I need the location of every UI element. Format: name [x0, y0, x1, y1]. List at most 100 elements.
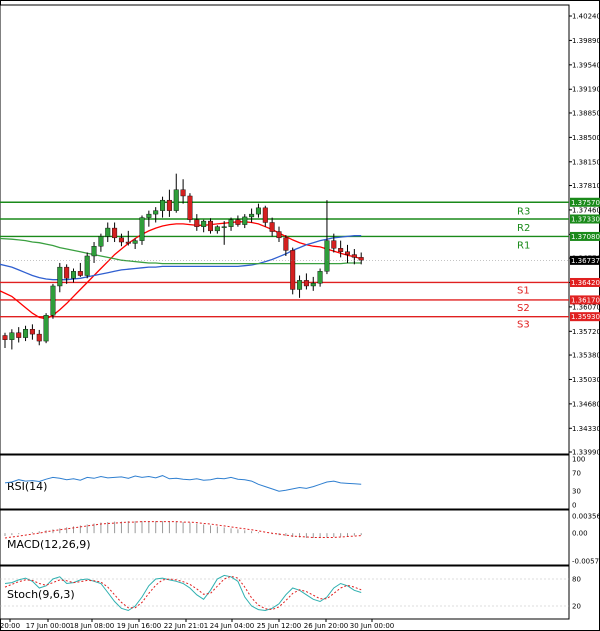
- candle-down: [36, 333, 42, 342]
- candle-up: [324, 240, 330, 272]
- stoch-tick-label: 20: [572, 603, 581, 611]
- candle-down: [303, 280, 309, 287]
- candle-down: [276, 231, 282, 239]
- level-tag-label: 1.35930: [571, 313, 600, 321]
- time-tick-label: 30 Jun 00:00: [350, 622, 394, 630]
- price-tick-label: 1.36070: [572, 303, 600, 311]
- candle-up: [98, 236, 104, 247]
- candle-down: [290, 250, 296, 290]
- candle-up: [228, 219, 234, 227]
- level-tag-label: 1.37330: [571, 216, 600, 224]
- level-name-r1: R1: [517, 240, 530, 251]
- level-tag-label: 1.37080: [571, 233, 600, 241]
- price-tick-label: 1.35720: [572, 328, 600, 336]
- candle-up: [91, 246, 97, 257]
- candle-up: [139, 217, 145, 241]
- candle-up: [249, 213, 255, 218]
- time-tick-label: 19 Jun 16:00: [117, 622, 161, 630]
- time-tick-label: 22 Jun 21:01: [164, 622, 208, 630]
- time-tick-label: 18 Jun 08:00: [70, 622, 114, 630]
- candle-down: [16, 332, 22, 338]
- candle-down: [358, 257, 364, 261]
- price-tick-label: 1.37810: [572, 182, 600, 190]
- rsi-tick-label: 100: [572, 456, 585, 464]
- candle-up: [255, 207, 261, 215]
- candle-down: [345, 251, 351, 255]
- rsi-axis: 100 70 30 0: [572, 456, 585, 510]
- candle-down: [187, 195, 193, 220]
- candle-down: [351, 254, 357, 258]
- candle-up: [57, 266, 63, 287]
- candle-up: [242, 216, 248, 225]
- candle-up: [105, 227, 111, 237]
- level-tag-label: 1.36170: [571, 296, 600, 304]
- candle-up: [132, 240, 138, 244]
- level-tag-label: 1.37570: [571, 199, 600, 207]
- candle-up: [9, 332, 15, 340]
- time-axis: 20:00 17 Jun 00:00 18 Jun 08:00 19 Jun 16:0…: [0, 619, 394, 630]
- candle-down: [2, 335, 8, 340]
- price-tick-label: 1.34330: [572, 425, 600, 433]
- forex-chart: 1.40240 1.39890 1.39540 1.39190 1.38850 1.385…: [0, 0, 600, 631]
- candle-down: [166, 199, 172, 211]
- price-tick-label: 1.39890: [572, 37, 600, 45]
- level-name-s3: S3: [517, 320, 530, 331]
- rsi-pane: RSI(14) 10070300: [0, 454, 585, 510]
- level-name-s1: S1: [517, 285, 530, 296]
- candle-up: [84, 255, 90, 276]
- candle-down: [338, 248, 344, 252]
- stoch-pane: Stoch(9,6,3) 80 20: [0, 565, 581, 620]
- candle-up: [153, 210, 159, 215]
- price-tick-label: 1.38150: [572, 158, 600, 166]
- price-tick-label: 1.40240: [572, 13, 600, 21]
- candle-up: [310, 282, 316, 287]
- macd-pane: MACD(12,26,9) 0.003568 0.00 -0.005785: [0, 509, 600, 566]
- candle-down: [125, 241, 131, 244]
- candle-up: [317, 271, 323, 284]
- candle-down: [64, 266, 70, 279]
- candle-up: [146, 213, 152, 218]
- price-tick-label: 1.38500: [572, 134, 600, 142]
- macd-tick-label: 0.003568: [572, 513, 600, 521]
- price-pane: 1.40240 1.39890 1.39540 1.39190 1.38850 1.385…: [0, 4, 600, 457]
- candle-up: [201, 220, 207, 227]
- macd-tick-label: 0.00: [572, 530, 588, 538]
- candle-down: [207, 220, 213, 232]
- macd-axis: 0.003568 0.00 -0.005785: [572, 513, 600, 566]
- macd-tick-label: -0.005785: [572, 558, 600, 566]
- candle-up: [160, 199, 166, 211]
- level-name-s2: S2: [517, 303, 530, 314]
- level-tag-label: 1.36420: [571, 279, 600, 287]
- candle-down: [77, 271, 83, 276]
- candle-down: [180, 189, 186, 197]
- candle-down: [194, 219, 200, 227]
- rsi-tick-label: 30: [572, 488, 581, 496]
- candle-up: [221, 226, 227, 228]
- price-tick-label: 1.34680: [572, 400, 600, 408]
- candle-down: [235, 219, 241, 225]
- price-tick-label: 1.39540: [572, 61, 600, 69]
- candle-up: [297, 280, 303, 290]
- rsi-tick-label: 70: [572, 469, 581, 477]
- time-tick-label: 17 Jun 00:00: [26, 622, 70, 630]
- candle-down: [29, 329, 35, 335]
- candle-up: [23, 329, 29, 338]
- candle-down: [112, 227, 118, 239]
- candle-down: [262, 207, 268, 223]
- rsi-tick-label: 0: [572, 502, 576, 510]
- price-tick-label: 1.39190: [572, 86, 600, 94]
- stoch-tick-label: 80: [572, 576, 581, 584]
- level-name-r2: R2: [517, 223, 530, 234]
- candle-up: [70, 271, 76, 279]
- price-tick-label: 1.38850: [572, 109, 600, 117]
- candle-up: [43, 315, 49, 342]
- time-tick-label: 20:00: [0, 622, 20, 630]
- candle-up: [214, 226, 220, 232]
- price-tick-label: 1.35380: [572, 352, 600, 360]
- candle-down: [283, 237, 289, 251]
- level-name-r3: R3: [517, 206, 530, 217]
- price-tick-label: 1.37460: [572, 206, 600, 214]
- candle-up: [50, 285, 56, 316]
- candle-down: [118, 237, 124, 243]
- candle-down: [269, 222, 275, 232]
